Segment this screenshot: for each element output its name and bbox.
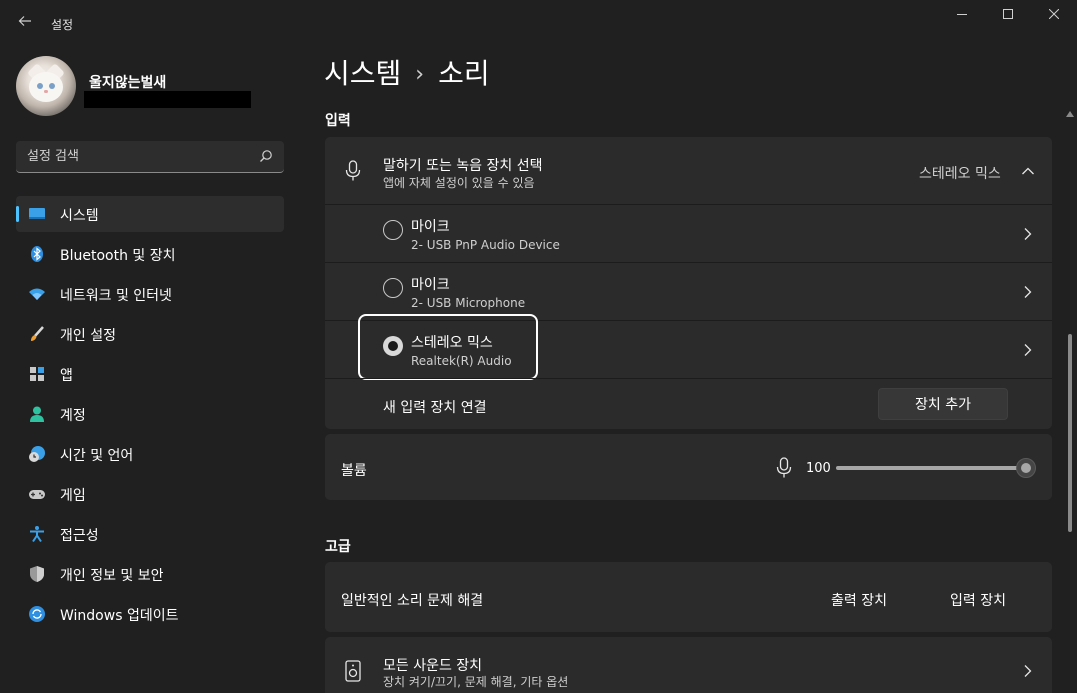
accessibility-icon bbox=[30, 526, 44, 543]
sidebar-item-label: 게임 bbox=[60, 488, 86, 504]
pair-device-label: 새 입력 장치 연결 bbox=[383, 400, 487, 416]
sidebar-item-label: 개인 설정 bbox=[60, 328, 116, 344]
back-arrow-icon[interactable] bbox=[14, 12, 36, 34]
maximize-button[interactable] bbox=[998, 8, 1018, 24]
chevron-right-icon[interactable] bbox=[1022, 664, 1032, 678]
bluetooth-icon bbox=[31, 246, 43, 262]
chevron-right-icon[interactable] bbox=[1022, 227, 1032, 241]
brush-icon bbox=[31, 326, 44, 341]
sidebar-item-label: Windows 업데이트 bbox=[60, 608, 179, 624]
chevron-right-icon[interactable] bbox=[1022, 343, 1032, 357]
divider bbox=[325, 204, 1052, 205]
volume-slider-track[interactable] bbox=[836, 466, 1026, 470]
troubleshoot-label: 일반적인 소리 문제 해결 bbox=[341, 593, 484, 609]
page-title: 소리 bbox=[438, 57, 490, 90]
sidebar-item-privacy[interactable]: 개인 정보 및 보안 bbox=[16, 556, 284, 592]
sidebar-item-accounts[interactable]: 계정 bbox=[16, 396, 284, 432]
divider bbox=[325, 378, 1052, 379]
minimize-button[interactable] bbox=[952, 8, 972, 24]
device-radio[interactable] bbox=[383, 278, 403, 298]
profile-name: 울지않는벌새 bbox=[89, 75, 167, 91]
sidebar-item-label: 접근성 bbox=[60, 528, 99, 544]
device-detail: 2- USB PnP Audio Device bbox=[411, 238, 560, 252]
wifi-icon bbox=[29, 288, 45, 300]
sidebar-item-network[interactable]: 네트워크 및 인터넷 bbox=[16, 276, 284, 312]
sidebar-item-label: 시간 및 언어 bbox=[60, 448, 134, 464]
focus-ring bbox=[358, 314, 538, 380]
scroll-up-arrow[interactable] bbox=[1066, 110, 1074, 118]
active-indicator bbox=[16, 206, 19, 222]
avatar[interactable] bbox=[16, 56, 76, 116]
device-select-value[interactable]: 스테레오 믹스 bbox=[919, 163, 1001, 183]
microphone-icon bbox=[776, 457, 792, 478]
sidebar-item-time-language[interactable]: 시간 및 언어 bbox=[16, 436, 284, 472]
device-select-title: 말하기 또는 녹음 장치 선택 bbox=[383, 158, 543, 174]
clock-globe-icon bbox=[29, 446, 45, 462]
microphone-icon bbox=[345, 160, 361, 181]
advanced-section-label: 고급 bbox=[325, 539, 351, 555]
sidebar-item-system[interactable]: 시스템 bbox=[16, 196, 284, 232]
search-box[interactable] bbox=[16, 141, 284, 173]
search-icon[interactable] bbox=[259, 149, 273, 163]
sidebar-item-label: 네트워크 및 인터넷 bbox=[60, 288, 172, 304]
divider bbox=[325, 262, 1052, 263]
input-section-label: 입력 bbox=[325, 113, 351, 129]
device-select-subtitle: 앱에 자체 설정이 있을 수 있음 bbox=[383, 176, 535, 190]
speaker-icon bbox=[345, 660, 361, 682]
all-devices-title: 모든 사운드 장치 bbox=[383, 658, 483, 674]
sidebar-item-windows-update[interactable]: Windows 업데이트 bbox=[16, 596, 284, 632]
sidebar-item-accessibility[interactable]: 접근성 bbox=[16, 516, 284, 552]
device-detail: 2- USB Microphone bbox=[411, 296, 526, 310]
device-name: 마이크 bbox=[411, 277, 450, 293]
breadcrumb-separator: › bbox=[415, 62, 425, 87]
volume-slider-thumb[interactable] bbox=[1016, 458, 1036, 478]
search-input[interactable] bbox=[16, 141, 256, 172]
sidebar-item-apps[interactable]: 앱 bbox=[16, 356, 284, 392]
chevron-up-icon[interactable] bbox=[1021, 166, 1035, 176]
sidebar-item-label: Bluetooth 및 장치 bbox=[60, 248, 176, 264]
sidebar-item-label: 계정 bbox=[60, 408, 86, 424]
sidebar-item-gaming[interactable]: 게임 bbox=[16, 476, 284, 512]
window-title: 설정 bbox=[51, 18, 74, 32]
close-button[interactable] bbox=[1044, 8, 1064, 24]
troubleshoot-output-link[interactable]: 출력 장치 bbox=[831, 590, 887, 610]
volume-value: 100 bbox=[806, 461, 831, 476]
redacted-email bbox=[84, 91, 251, 108]
title-bar: 설정 bbox=[0, 0, 1077, 48]
person-icon bbox=[30, 406, 44, 422]
add-device-button[interactable]: 장치 추가 bbox=[878, 388, 1008, 420]
breadcrumb: 시스템 › 소리 bbox=[324, 52, 490, 92]
monitor-icon bbox=[29, 208, 45, 219]
all-devices-subtitle: 장치 켜기/끄기, 문제 해결, 기타 옵션 bbox=[383, 675, 569, 689]
device-name: 마이크 bbox=[411, 219, 450, 235]
apps-icon bbox=[30, 367, 44, 381]
sidebar-item-label: 앱 bbox=[60, 368, 73, 384]
sidebar-item-label: 시스템 bbox=[60, 208, 99, 224]
chevron-right-icon[interactable] bbox=[1022, 285, 1032, 299]
sidebar-item-label: 개인 정보 및 보안 bbox=[60, 568, 164, 584]
gamepad-icon bbox=[29, 490, 45, 499]
update-icon bbox=[29, 606, 45, 622]
device-radio[interactable] bbox=[383, 220, 403, 240]
shield-icon bbox=[30, 566, 44, 582]
volume-label: 볼륨 bbox=[341, 463, 367, 479]
troubleshoot-input-link[interactable]: 입력 장치 bbox=[950, 590, 1006, 610]
breadcrumb-parent[interactable]: 시스템 bbox=[324, 52, 401, 92]
sidebar-item-personalization[interactable]: 개인 설정 bbox=[16, 316, 284, 352]
sidebar-item-bluetooth[interactable]: Bluetooth 및 장치 bbox=[16, 236, 284, 272]
scrollbar-thumb[interactable] bbox=[1068, 334, 1072, 532]
